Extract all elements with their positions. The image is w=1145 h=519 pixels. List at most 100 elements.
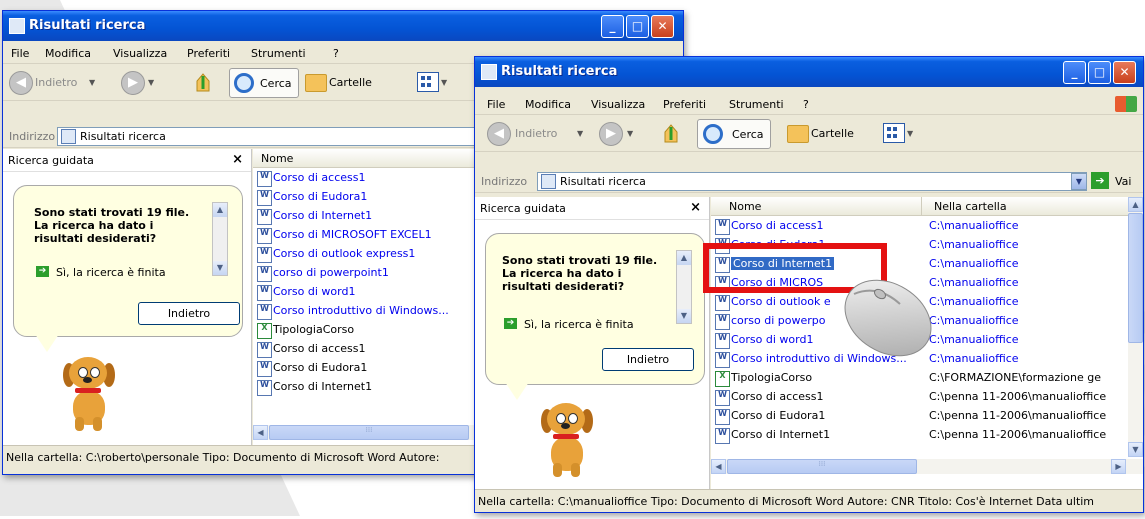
file-name[interactable]: Corso di Internet1 [273, 209, 473, 222]
file-row[interactable]: Corso di Internet1 C:\penna 11-2006\manua… [711, 426, 1143, 445]
go-label[interactable]: Vai [1115, 175, 1131, 188]
file-name[interactable]: Corso di Internet1 [731, 428, 919, 441]
up-folder-icon[interactable] [193, 71, 213, 93]
go-arrow-icon[interactable]: ➔ [1091, 172, 1109, 189]
back-arrow-icon[interactable]: ◀ [487, 122, 511, 146]
menu-file[interactable]: File [487, 98, 505, 111]
file-row[interactable]: Corso di access1 C:\penna 11-2006\manuali… [711, 388, 1143, 407]
file-name[interactable]: TipologiaCorso [731, 371, 919, 384]
search-assistant-dog-icon[interactable] [57, 357, 117, 432]
chevron-down-icon[interactable]: ▼ [577, 129, 583, 138]
file-name[interactable]: Corso introduttivo di Windows... [273, 304, 473, 317]
scroll-thumb[interactable] [1128, 213, 1143, 343]
close-icon[interactable]: × [690, 200, 701, 215]
menu-preferiti[interactable]: Preferiti [663, 98, 706, 111]
search-assistant-dog-icon[interactable] [535, 403, 595, 478]
column-name-header[interactable]: Nome [711, 197, 922, 216]
chevron-down-icon[interactable]: ▼ [907, 129, 913, 138]
maximize-button[interactable]: □ [1088, 61, 1111, 84]
close-icon[interactable]: × [232, 152, 243, 167]
magnifier-icon [703, 124, 723, 144]
bubble-scrollbar[interactable]: ▲ ▼ [676, 250, 692, 324]
scroll-left-icon[interactable]: ◀ [253, 425, 268, 440]
file-name[interactable]: Corso di word1 [273, 285, 473, 298]
search-button[interactable]: Cerca [229, 68, 299, 98]
folders-icon[interactable] [305, 74, 327, 92]
address-dropdown-icon[interactable]: ▼ [1071, 173, 1087, 190]
column-folder-header[interactable]: Nella cartella [922, 197, 1128, 216]
back-button[interactable]: Indietro [602, 348, 694, 371]
forward-arrow-icon[interactable]: ▶ [599, 122, 623, 146]
bubble-scrollbar[interactable]: ▲ ▼ [212, 202, 228, 276]
back-label[interactable]: Indietro [35, 76, 77, 89]
front-window-titlebar[interactable]: Risultati ricerca _ □ ✕ [475, 57, 1143, 87]
excel-file-icon [715, 371, 730, 387]
folders-icon[interactable] [787, 125, 809, 143]
finish-search-option[interactable]: Sì, la ricerca è finita [524, 318, 634, 331]
back-button[interactable]: Indietro [138, 302, 240, 325]
chevron-down-icon[interactable]: ▼ [627, 129, 633, 138]
back-window-titlebar[interactable]: Risultati ricerca _ □ ✕ [3, 11, 683, 41]
chevron-down-icon[interactable]: ▼ [441, 78, 447, 87]
scroll-thumb[interactable]: ⁞⁞⁞ [269, 425, 469, 440]
file-name[interactable]: Corso di outlook express1 [273, 247, 473, 260]
word-document-icon [715, 409, 730, 425]
menu-modifica[interactable]: Modifica [525, 98, 571, 111]
menu-help[interactable]: ? [333, 47, 339, 60]
close-button[interactable]: ✕ [1113, 61, 1136, 84]
file-name[interactable]: Corso di Eudora1 [731, 409, 919, 422]
menu-strumenti[interactable]: Strumenti [729, 98, 784, 111]
horizontal-scrollbar[interactable]: ◀ ⁞⁞⁞ ▶ [711, 459, 1143, 474]
maximize-button[interactable]: □ [626, 15, 649, 38]
chevron-down-icon[interactable]: ▼ [89, 78, 95, 87]
file-row[interactable]: Corso di access1 C:\manualioffice [711, 217, 1143, 236]
menu-preferiti[interactable]: Preferiti [187, 47, 230, 60]
minimize-button[interactable]: _ [601, 15, 624, 38]
file-name[interactable]: Corso di Internet1 [273, 380, 473, 393]
scroll-left-icon[interactable]: ◀ [711, 459, 726, 474]
chevron-down-icon[interactable]: ▼ [148, 78, 154, 87]
scroll-up-icon[interactable]: ▲ [677, 251, 691, 265]
back-label[interactable]: Indietro [515, 127, 557, 140]
file-name[interactable]: Corso di access1 [273, 342, 473, 355]
scroll-up-icon[interactable]: ▲ [213, 203, 227, 217]
search-button[interactable]: Cerca [697, 119, 771, 149]
scroll-right-icon[interactable]: ▶ [1111, 459, 1126, 474]
file-name[interactable]: Corso di access1 [731, 390, 919, 403]
file-folder: C:\penna 11-2006\manualioffice [929, 390, 1107, 403]
finish-search-option[interactable]: Sì, la ricerca è finita [56, 266, 166, 279]
folders-label[interactable]: Cartelle [329, 76, 372, 89]
minimize-button[interactable]: _ [1063, 61, 1086, 84]
file-name[interactable]: corso di powerpoint1 [273, 266, 473, 279]
scroll-up-icon[interactable]: ▲ [1128, 197, 1143, 212]
file-name[interactable]: TipologiaCorso [273, 323, 473, 336]
folders-label[interactable]: Cartelle [811, 127, 854, 140]
file-row[interactable]: TipologiaCorso C:\FORMAZIONE\formazione g… [711, 369, 1143, 388]
scroll-thumb[interactable]: ⁞⁞⁞ [727, 459, 917, 474]
menu-file[interactable]: File [11, 47, 29, 60]
file-row[interactable]: Corso di Eudora1 C:\penna 11-2006\manuali… [711, 407, 1143, 426]
menu-visualizza[interactable]: Visualizza [113, 47, 167, 60]
back-arrow-icon[interactable]: ◀ [9, 71, 33, 95]
menu-strumenti[interactable]: Strumenti [251, 47, 306, 60]
views-icon[interactable] [883, 123, 905, 143]
views-icon[interactable] [417, 72, 439, 92]
menu-visualizza[interactable]: Visualizza [591, 98, 645, 111]
file-name[interactable]: Corso di Eudora1 [273, 190, 473, 203]
up-folder-icon[interactable] [661, 122, 681, 144]
scroll-down-icon[interactable]: ▼ [1128, 442, 1143, 457]
vertical-scrollbar[interactable]: ▲ ▼ [1128, 197, 1143, 457]
file-name[interactable]: Corso di access1 [273, 171, 473, 184]
file-name[interactable]: Corso di MICROSOFT EXCEL1 [273, 228, 473, 241]
menu-modifica[interactable]: Modifica [45, 47, 91, 60]
search-label: Cerca [260, 77, 292, 90]
file-name[interactable]: Corso di Eudora1 [273, 361, 473, 374]
file-name[interactable]: Corso di access1 [731, 219, 919, 232]
assistant-bubble: Sono stati trovati 19 file. La ricerca h… [485, 233, 705, 385]
menu-help[interactable]: ? [803, 98, 809, 111]
scroll-down-icon[interactable]: ▼ [213, 261, 227, 275]
forward-arrow-icon[interactable]: ▶ [121, 71, 145, 95]
scroll-down-icon[interactable]: ▼ [677, 309, 691, 323]
close-button[interactable]: ✕ [651, 15, 674, 38]
address-field[interactable]: Risultati ricerca [537, 172, 1087, 191]
